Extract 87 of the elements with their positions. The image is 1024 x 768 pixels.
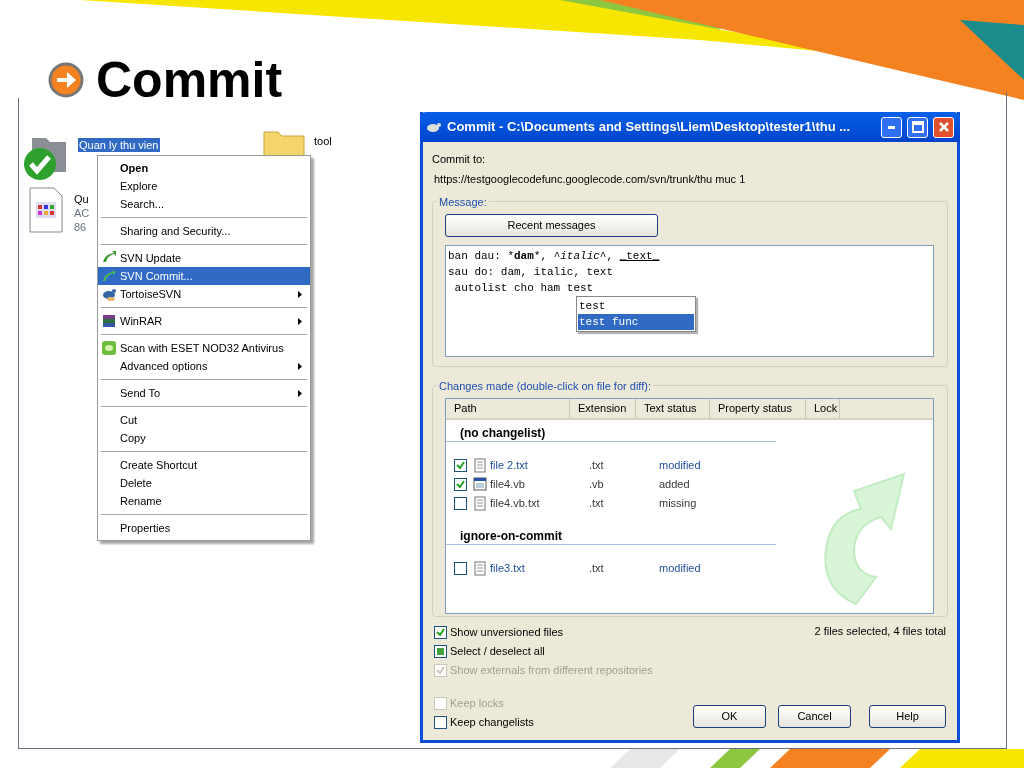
tortoise-icon: [426, 120, 442, 134]
file-status: modified: [659, 458, 701, 474]
column-header[interactable]: Text status: [636, 399, 710, 418]
window-file-icon: [473, 477, 487, 492]
menu-item[interactable]: Send To: [98, 384, 310, 402]
message-line: ban dau: *dam*, ^italic^, _text_: [448, 249, 661, 264]
indeterminate-icon: [437, 648, 444, 655]
menu-item[interactable]: Open: [98, 159, 310, 177]
submenu-arrow-icon: [298, 291, 302, 298]
shield-icon: [101, 340, 117, 356]
checkbox[interactable]: [434, 645, 447, 658]
menu-item[interactable]: Cut: [98, 411, 310, 429]
minimize-button[interactable]: [881, 116, 902, 138]
group-heading: (no changelist): [460, 425, 546, 442]
repository-url: https://testgooglecodefunc.googlecode.com/svn/trunk/thu muc 1: [433, 172, 747, 187]
file-path[interactable]: file4.vb: [490, 476, 589, 493]
autocomplete-item[interactable]: test func: [578, 314, 694, 330]
checkbox[interactable]: [454, 459, 467, 472]
maximize-button[interactable]: [907, 116, 928, 138]
menu-item[interactable]: Copy: [98, 429, 310, 447]
submenu-arrow-icon: [298, 363, 302, 370]
file-extension: .txt: [589, 561, 605, 577]
dialog-button[interactable]: OK: [693, 705, 766, 728]
file-extension: .vb: [589, 477, 605, 493]
curved-arrow-icon: [101, 268, 117, 284]
column-header[interactable]: Path: [446, 399, 570, 418]
checkbox[interactable]: [434, 716, 447, 729]
checkbox[interactable]: [454, 478, 467, 491]
close-icon: [937, 121, 950, 133]
message-line: autolist cho ham test: [453, 281, 595, 296]
file-label[interactable]: Quan ly thu vien: [78, 138, 160, 152]
dialog-button[interactable]: Cancel: [778, 705, 851, 728]
column-header[interactable]: Lock: [806, 399, 840, 418]
menu-item[interactable]: WinRAR: [98, 312, 310, 330]
file-label[interactable]: 86: [74, 220, 90, 234]
checkbox[interactable]: [454, 562, 467, 575]
message-field[interactable]: ban dau: *dam*, ^italic^, _text_ sau do: dam, italic, text autolist cho ham test test test func: [445, 245, 934, 357]
recent-messages-button[interactable]: Recent messages: [445, 214, 658, 237]
menu-item[interactable]: Delete: [98, 474, 310, 492]
file-status: added: [659, 477, 690, 493]
file-label[interactable]: Qu: [74, 192, 90, 206]
text-file-icon: [473, 496, 487, 511]
file-path[interactable]: file 2.txt: [490, 457, 589, 474]
file-extension: .txt: [589, 458, 605, 474]
message-line: sau do: dam, italic, text: [448, 265, 615, 280]
slide-title: Commit: [96, 55, 283, 105]
file-status: modified: [659, 561, 701, 577]
checkbox-label[interactable]: Keep changelists: [450, 714, 534, 731]
column-header[interactable]: Property status: [710, 399, 806, 418]
submenu-arrow-icon: [298, 390, 302, 397]
menu-item[interactable]: Advanced options: [98, 357, 310, 375]
file-label[interactable]: tool: [314, 134, 332, 148]
column-header[interactable]: Extension: [570, 399, 636, 418]
minimize-icon: [888, 125, 895, 129]
autocomplete-item[interactable]: test: [578, 298, 694, 314]
checkbox-label[interactable]: Show unversioned files: [450, 624, 564, 641]
file-icon: [26, 186, 66, 234]
file-extension: .txt: [589, 496, 605, 512]
menu-item[interactable]: Explore: [98, 177, 310, 195]
window-title: Commit - C:\Documents and Settings\Liem\Desktop\tester1\thu ...: [447, 118, 852, 137]
file-label[interactable]: AC: [74, 206, 90, 220]
checkbox[interactable]: [434, 626, 447, 639]
menu-item[interactable]: Properties: [98, 519, 310, 537]
checkbox[interactable]: [454, 497, 467, 510]
maximize-icon: [911, 121, 924, 133]
checkbox-label[interactable]: Select / deselect all: [450, 643, 545, 660]
menu-item[interactable]: TortoiseSVN: [98, 285, 310, 303]
tortoise-icon: [101, 286, 117, 302]
text-file-icon: [473, 561, 487, 576]
submenu-arrow-icon: [298, 318, 302, 325]
menu-item[interactable]: Create Shortcut: [98, 456, 310, 474]
selection-summary: 2 files selected, 4 files total: [814, 624, 946, 639]
file-path[interactable]: file3.txt: [490, 560, 589, 577]
dialog-button[interactable]: Help: [869, 705, 946, 728]
menu-item[interactable]: SVN Update: [98, 249, 310, 267]
books-icon: [101, 313, 117, 329]
file-path[interactable]: file4.vb.txt: [490, 495, 589, 512]
commit-to-label: Commit to:: [432, 152, 487, 167]
menu-item[interactable]: Scan with ESET NOD32 Antivirus: [98, 339, 310, 357]
menu-item[interactable]: Search...: [98, 195, 310, 213]
menu-item[interactable]: SVN Commit...: [98, 267, 310, 285]
group-heading: ignore-on-commit: [460, 528, 562, 545]
menu-item[interactable]: Sharing and Security...: [98, 222, 310, 240]
file-status: missing: [659, 496, 697, 512]
close-button[interactable]: [933, 116, 954, 138]
text-file-icon: [473, 458, 487, 473]
menu-item[interactable]: Rename: [98, 492, 310, 510]
